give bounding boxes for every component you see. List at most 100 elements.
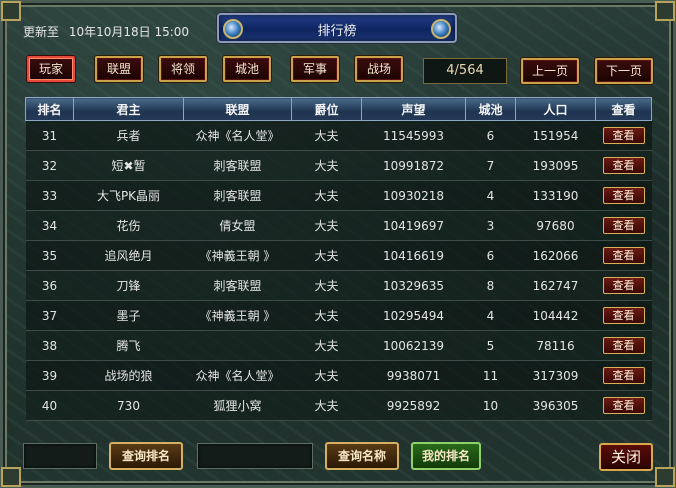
cell-prestige: 10295494 bbox=[361, 300, 466, 331]
view-button[interactable]: 查看 bbox=[602, 367, 645, 384]
cell-alliance bbox=[183, 330, 292, 361]
cell-rank: 31 bbox=[25, 120, 74, 151]
table-row: 38 腾飞 大夫 10062139 5 78116 查看 bbox=[25, 330, 652, 361]
cell-title: 大夫 bbox=[291, 180, 362, 211]
page-title: 排行榜 bbox=[317, 24, 357, 39]
rank-search-input[interactable] bbox=[23, 443, 97, 469]
cell-prestige: 9938071 bbox=[361, 360, 466, 391]
cell-title: 大夫 bbox=[291, 390, 362, 421]
tab-military[interactable]: 军事 bbox=[291, 56, 339, 82]
corner-ornament-br bbox=[655, 467, 675, 487]
table-row: 39 战场的狼 众神《名人堂》 大夫 9938071 11 317309 查看 bbox=[25, 360, 652, 391]
cell-alliance: 众神《名人堂》 bbox=[183, 120, 292, 151]
cell-cities: 6 bbox=[465, 240, 516, 271]
close-button[interactable]: 关闭 bbox=[599, 443, 653, 471]
view-button[interactable]: 查看 bbox=[602, 217, 645, 234]
view-button[interactable]: 查看 bbox=[602, 337, 645, 354]
cell-title: 大夫 bbox=[291, 150, 362, 181]
cell-lord[interactable]: 短✖暂 bbox=[73, 150, 184, 181]
view-button[interactable]: 查看 bbox=[602, 247, 645, 264]
cell-population: 162747 bbox=[515, 270, 596, 301]
cell-prestige: 10419697 bbox=[361, 210, 466, 241]
cell-prestige: 10930218 bbox=[361, 180, 466, 211]
col-population-header: 人口 bbox=[515, 97, 596, 121]
tab-generals[interactable]: 将领 bbox=[159, 56, 207, 82]
my-rank-button[interactable]: 我的排名 bbox=[411, 442, 481, 470]
cell-rank: 33 bbox=[25, 180, 74, 211]
cell-lord[interactable]: 大飞PK晶丽 bbox=[73, 180, 184, 211]
view-button[interactable]: 查看 bbox=[602, 127, 645, 144]
cell-cities: 4 bbox=[465, 180, 516, 211]
cell-lord[interactable]: 墨子 bbox=[73, 300, 184, 331]
cell-population: 78116 bbox=[515, 330, 596, 361]
cell-cities: 10 bbox=[465, 390, 516, 421]
table-row: 36 刀锋 刺客联盟 大夫 10329635 8 162747 查看 bbox=[25, 270, 652, 301]
cell-lord[interactable]: 追风绝月 bbox=[73, 240, 184, 271]
page-indicator: 4/564 bbox=[423, 58, 507, 84]
tab-alliance[interactable]: 联盟 bbox=[95, 56, 143, 82]
cell-title: 大夫 bbox=[291, 300, 362, 331]
cell-alliance: 刺客联盟 bbox=[183, 270, 292, 301]
next-page-button[interactable]: 下一页 bbox=[595, 58, 653, 84]
cell-alliance: 刺客联盟 bbox=[183, 150, 292, 181]
cell-population: 104442 bbox=[515, 300, 596, 331]
cell-rank: 40 bbox=[25, 390, 74, 421]
cell-alliance: 刺客联盟 bbox=[183, 180, 292, 211]
view-button[interactable]: 查看 bbox=[602, 397, 645, 414]
ranking-table: 排名 君主 联盟 爵位 声望 城池 人口 查看 31 兵者 众神《名人堂》 大夫… bbox=[25, 97, 652, 421]
query-name-button[interactable]: 查询名称 bbox=[325, 442, 399, 470]
table-row: 37 墨子 《神義王朝 》 大夫 10295494 4 104442 查看 bbox=[25, 300, 652, 331]
view-button[interactable]: 查看 bbox=[602, 157, 645, 174]
cell-rank: 36 bbox=[25, 270, 74, 301]
view-button[interactable]: 查看 bbox=[602, 187, 645, 204]
cell-prestige: 10991872 bbox=[361, 150, 466, 181]
prev-page-button[interactable]: 上一页 bbox=[521, 58, 579, 84]
corner-ornament-tl bbox=[1, 1, 21, 21]
table-row: 32 短✖暂 刺客联盟 大夫 10991872 7 193095 查看 bbox=[25, 150, 652, 181]
cell-lord[interactable]: 腾飞 bbox=[73, 330, 184, 361]
table-row: 40 730 狐狸小窝 大夫 9925892 10 396305 查看 bbox=[25, 390, 652, 421]
name-search-input[interactable] bbox=[197, 443, 313, 469]
cell-lord[interactable]: 刀锋 bbox=[73, 270, 184, 301]
cell-title: 大夫 bbox=[291, 330, 362, 361]
table-row: 33 大飞PK晶丽 刺客联盟 大夫 10930218 4 133190 查看 bbox=[25, 180, 652, 211]
tab-cities[interactable]: 城池 bbox=[223, 56, 271, 82]
cell-population: 162066 bbox=[515, 240, 596, 271]
cell-prestige: 11545993 bbox=[361, 120, 466, 151]
cell-rank: 32 bbox=[25, 150, 74, 181]
update-label: 更新至 bbox=[23, 25, 60, 39]
cell-alliance: 倩女盟 bbox=[183, 210, 292, 241]
corner-ornament-bl bbox=[1, 467, 21, 487]
query-rank-button[interactable]: 查询排名 bbox=[109, 442, 183, 470]
view-button[interactable]: 查看 bbox=[602, 307, 645, 324]
cell-alliance: 《神義王朝 》 bbox=[183, 240, 292, 271]
cell-title: 大夫 bbox=[291, 210, 362, 241]
cell-cities: 8 bbox=[465, 270, 516, 301]
table-row: 35 追风绝月 《神義王朝 》 大夫 10416619 6 162066 查看 bbox=[25, 240, 652, 271]
cell-lord[interactable]: 兵者 bbox=[73, 120, 184, 151]
tab-players[interactable]: 玩家 bbox=[27, 56, 75, 82]
table-header-row: 排名 君主 联盟 爵位 声望 城池 人口 查看 bbox=[25, 97, 652, 121]
cell-population: 193095 bbox=[515, 150, 596, 181]
table-row: 34 花伤 倩女盟 大夫 10419697 3 97680 查看 bbox=[25, 210, 652, 241]
col-prestige-header: 声望 bbox=[361, 97, 466, 121]
cell-lord[interactable]: 730 bbox=[73, 390, 184, 421]
cell-lord[interactable]: 花伤 bbox=[73, 210, 184, 241]
cell-cities: 3 bbox=[465, 210, 516, 241]
cell-rank: 35 bbox=[25, 240, 74, 271]
cell-population: 396305 bbox=[515, 390, 596, 421]
col-title-header: 爵位 bbox=[291, 97, 362, 121]
cell-prestige: 10062139 bbox=[361, 330, 466, 361]
cell-cities: 5 bbox=[465, 330, 516, 361]
cell-alliance: 《神義王朝 》 bbox=[183, 300, 292, 331]
cell-population: 97680 bbox=[515, 210, 596, 241]
view-button[interactable]: 查看 bbox=[602, 277, 645, 294]
cell-rank: 37 bbox=[25, 300, 74, 331]
cell-prestige: 10416619 bbox=[361, 240, 466, 271]
tab-battlefield[interactable]: 战场 bbox=[355, 56, 403, 82]
cell-lord[interactable]: 战场的狼 bbox=[73, 360, 184, 391]
cell-title: 大夫 bbox=[291, 120, 362, 151]
cell-rank: 39 bbox=[25, 360, 74, 391]
col-rank-header: 排名 bbox=[25, 97, 74, 121]
table-row: 31 兵者 众神《名人堂》 大夫 11545993 6 151954 查看 bbox=[25, 120, 652, 151]
